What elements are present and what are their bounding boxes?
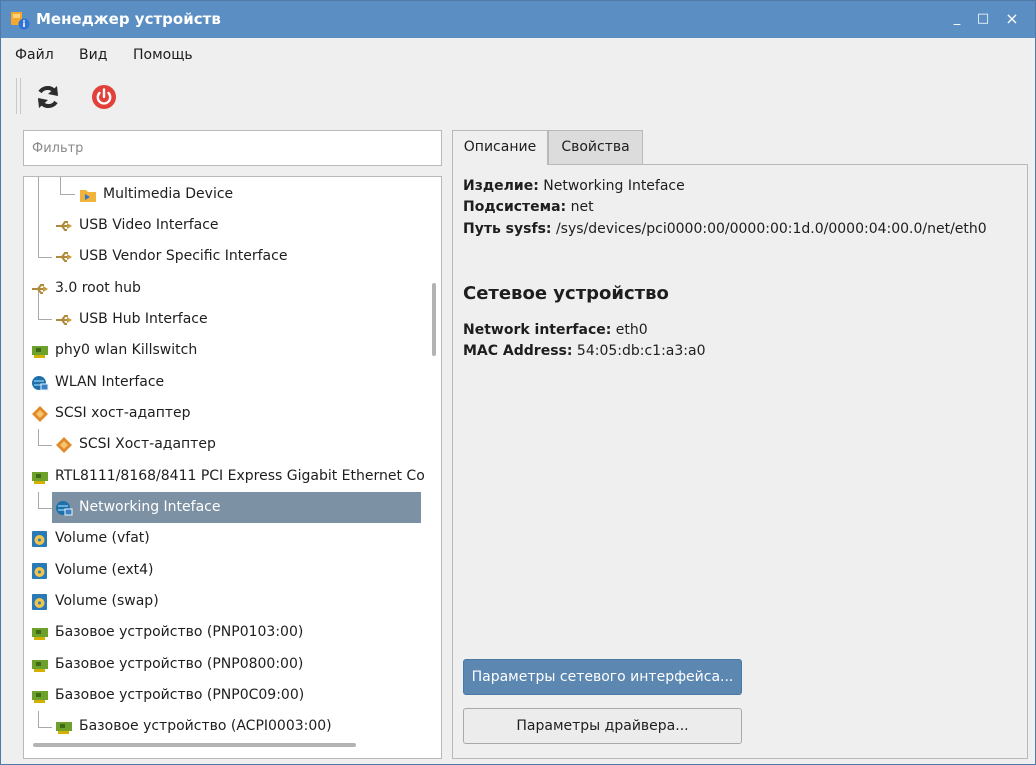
pci-card-icon: [31, 625, 49, 641]
tree-item-label: SCSI хост-адаптер: [55, 405, 191, 421]
network-interface-value: eth0: [615, 322, 648, 338]
filter-input[interactable]: [23, 130, 442, 166]
menu-file[interactable]: Файл: [15, 47, 54, 63]
driver-settings-button[interactable]: Параметры драйвера...: [463, 708, 742, 744]
tree-item-label: Volume (ext4): [55, 562, 154, 578]
tree-item-volume-vfat[interactable]: Volume (vfat): [24, 523, 424, 554]
tree-item-label: USB Hub Interface: [79, 311, 208, 327]
tree-item-base-device-pnp0800[interactable]: Базовое устройство (PNP0800:00): [24, 649, 424, 680]
sysfs-row: Путь sysfs: /sys/devices/pci0000:00/0000…: [463, 221, 987, 237]
pci-card-icon: [31, 688, 49, 704]
usb-icon: [55, 249, 73, 265]
tree-item-label: RTL8111/8168/8411 PCI Express Gigabit Et…: [55, 468, 425, 484]
tree-item-networking-interface[interactable]: Networking Inteface: [52, 492, 421, 523]
subsystem-label: Подсистема:: [463, 199, 567, 215]
tree-item-label: Volume (swap): [55, 593, 159, 609]
volume-icon: [31, 531, 49, 547]
tree-item-label: Volume (vfat): [55, 530, 150, 546]
toolbar: [1, 74, 1035, 122]
usb-icon: [31, 281, 49, 297]
network-icon: [55, 500, 73, 516]
refresh-icon: [31, 83, 65, 111]
network-interface-settings-button[interactable]: Параметры сетевого интерфейса...: [463, 659, 742, 695]
tree-item-usb-vendor-specific-interface[interactable]: USB Vendor Specific Interface: [24, 241, 424, 272]
menu-help[interactable]: Помощь: [133, 47, 193, 63]
tree-item-wlan-interface[interactable]: WLAN Interface: [24, 367, 424, 398]
tree-item-usb-hub-interface[interactable]: USB Hub Interface: [24, 304, 424, 335]
mac-address-row: MAC Address: 54:05:db:c1:a3:a0: [463, 343, 706, 359]
tree-item-base-device-pnp0c09[interactable]: Базовое устройство (PNP0C09:00): [24, 680, 424, 711]
pci-card-icon: [31, 343, 49, 359]
mac-address-label: MAC Address:: [463, 343, 573, 359]
network-interface-row: Network interface: eth0: [463, 322, 648, 338]
tab-properties[interactable]: Свойства: [548, 130, 643, 164]
network-interface-label: Network interface:: [463, 322, 612, 338]
window-title: Менеджер устройств: [36, 10, 221, 28]
scsi-icon: [31, 406, 49, 422]
usb-icon: [55, 312, 73, 328]
tree-item-label: SCSI Хост-адаптер: [79, 436, 216, 452]
tree-item-wlan-killswitch[interactable]: phy0 wlan Killswitch: [24, 335, 424, 366]
close-button[interactable]: ×: [1002, 9, 1022, 29]
tree-item-label: Multimedia Device: [103, 186, 234, 202]
tree-item-label: Networking Inteface: [79, 499, 221, 515]
pci-card-icon: [31, 657, 49, 673]
multimedia-device-icon: [79, 187, 97, 203]
usb-icon: [55, 218, 73, 234]
tree-item-label: phy0 wlan Killswitch: [55, 342, 198, 358]
toolbar-handle[interactable]: [16, 78, 21, 114]
menu-view[interactable]: Вид: [79, 47, 107, 63]
tree-item-label: USB Vendor Specific Interface: [79, 248, 288, 264]
device-tree[interactable]: Multimedia Device USB Video Interface US…: [23, 176, 442, 759]
tree-item-scsi-host-adapter[interactable]: SCSI хост-адаптер: [24, 398, 424, 429]
tree-horizontal-scrollbar[interactable]: [33, 743, 356, 747]
pci-card-icon: [55, 719, 73, 735]
tree-item-label: USB Video Interface: [79, 217, 219, 233]
product-value: Networking Inteface: [543, 178, 685, 194]
mac-address-value: 54:05:db:c1:a3:a0: [576, 343, 706, 359]
menu-bar: Файл Вид Помощь: [1, 38, 1035, 74]
tree-item-label: Базовое устройство (PNP0103:00): [55, 624, 304, 640]
maximize-button[interactable]: □: [973, 9, 993, 29]
power-button[interactable]: [87, 80, 121, 114]
details-panel: Изделие: Networking Inteface Подсистема:…: [452, 164, 1028, 759]
tree-item-volume-ext4[interactable]: Volume (ext4): [24, 555, 424, 586]
tree-item-root-hub[interactable]: 3.0 root hub: [24, 273, 424, 304]
network-device-heading: Сетевое устройство: [463, 283, 669, 304]
volume-icon: [31, 563, 49, 579]
network-icon: [31, 375, 49, 391]
power-icon: [87, 83, 121, 111]
tree-item-multimedia-device[interactable]: Multimedia Device: [24, 179, 424, 210]
tree-item-rtl8111-ethernet[interactable]: RTL8111/8168/8411 PCI Express Gigabit Et…: [24, 461, 425, 492]
title-bar[interactable]: Менеджер устройств _ □ ×: [1, 1, 1035, 38]
volume-icon: [31, 594, 49, 610]
tree-item-label: WLAN Interface: [55, 374, 165, 390]
tree-item-label: 3.0 root hub: [55, 280, 141, 296]
tree-item-usb-video-interface[interactable]: USB Video Interface: [24, 210, 424, 241]
subsystem-row: Подсистема: net: [463, 199, 594, 215]
pci-card-icon: [31, 469, 49, 485]
sysfs-value: /sys/devices/pci0000:00/0000:00:1d.0/000…: [555, 221, 987, 237]
refresh-button[interactable]: [31, 80, 65, 114]
minimize-button[interactable]: _: [947, 9, 967, 29]
tree-item-label: Базовое устройство (PNP0800:00): [55, 656, 304, 672]
product-row: Изделие: Networking Inteface: [463, 178, 685, 194]
device-manager-window: Менеджер устройств _ □ × Файл Вид Помощь: [0, 0, 1036, 765]
tree-item-base-device-pnp0103[interactable]: Базовое устройство (PNP0103:00): [24, 617, 424, 648]
subsystem-value: net: [570, 199, 594, 215]
tree-item-scsi-host-adapter-child[interactable]: SCSI Хост-адаптер: [24, 429, 424, 460]
product-label: Изделие:: [463, 178, 539, 194]
device-manager-app-icon: [10, 10, 30, 30]
tree-item-label: Базовое устройство (PNP0C09:00): [55, 687, 305, 703]
tree-item-label: Базовое устройство (ACPI0003:00): [79, 718, 332, 734]
tab-description[interactable]: Описание: [452, 130, 548, 165]
tree-vertical-scrollbar[interactable]: [432, 283, 436, 356]
scsi-icon: [55, 437, 73, 453]
tree-item-base-device-acpi0003[interactable]: Базовое устройство (ACPI0003:00): [24, 711, 424, 742]
tree-item-volume-swap[interactable]: Volume (swap): [24, 586, 424, 617]
sysfs-label: Путь sysfs:: [463, 221, 552, 237]
tree-branch-line: [38, 492, 52, 509]
